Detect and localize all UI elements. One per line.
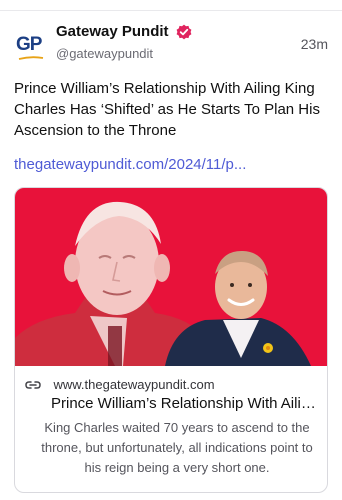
link-icon bbox=[25, 381, 41, 389]
avatar[interactable]: GP bbox=[14, 26, 48, 60]
author-handle[interactable]: @gatewaypundit bbox=[56, 44, 192, 64]
post-header: GP Gateway Pundit @gatewaypundit 23m bbox=[14, 22, 330, 66]
logo-swoosh-icon bbox=[18, 56, 44, 60]
link-preview-card[interactable]: www.thegatewaypundit.com Prince William’… bbox=[14, 187, 328, 493]
avatar-logo-text: GP bbox=[16, 34, 42, 55]
verified-badge-icon bbox=[176, 24, 192, 40]
post-text: Prince William’s Relationship With Ailin… bbox=[14, 80, 320, 139]
post-link[interactable]: thegatewaypundit.com/2024/11/p... bbox=[14, 156, 246, 173]
card-description: King Charles waited 70 years to ascend t… bbox=[41, 420, 313, 475]
card-domain-row: www.thegatewaypundit.com bbox=[25, 376, 215, 394]
news-photo bbox=[15, 188, 327, 366]
divider bbox=[0, 10, 342, 11]
author-name[interactable]: Gateway Pundit bbox=[56, 22, 169, 42]
card-title[interactable]: Prince William’s Relationship With Ailin… bbox=[51, 394, 321, 414]
post-timestamp[interactable]: 23m bbox=[301, 36, 328, 52]
author-block[interactable]: Gateway Pundit @gatewaypundit bbox=[56, 22, 192, 64]
post-card[interactable]: GP Gateway Pundit @gatewaypundit 23m Pri… bbox=[0, 0, 342, 500]
card-domain: www.thegatewaypundit.com bbox=[53, 377, 215, 393]
